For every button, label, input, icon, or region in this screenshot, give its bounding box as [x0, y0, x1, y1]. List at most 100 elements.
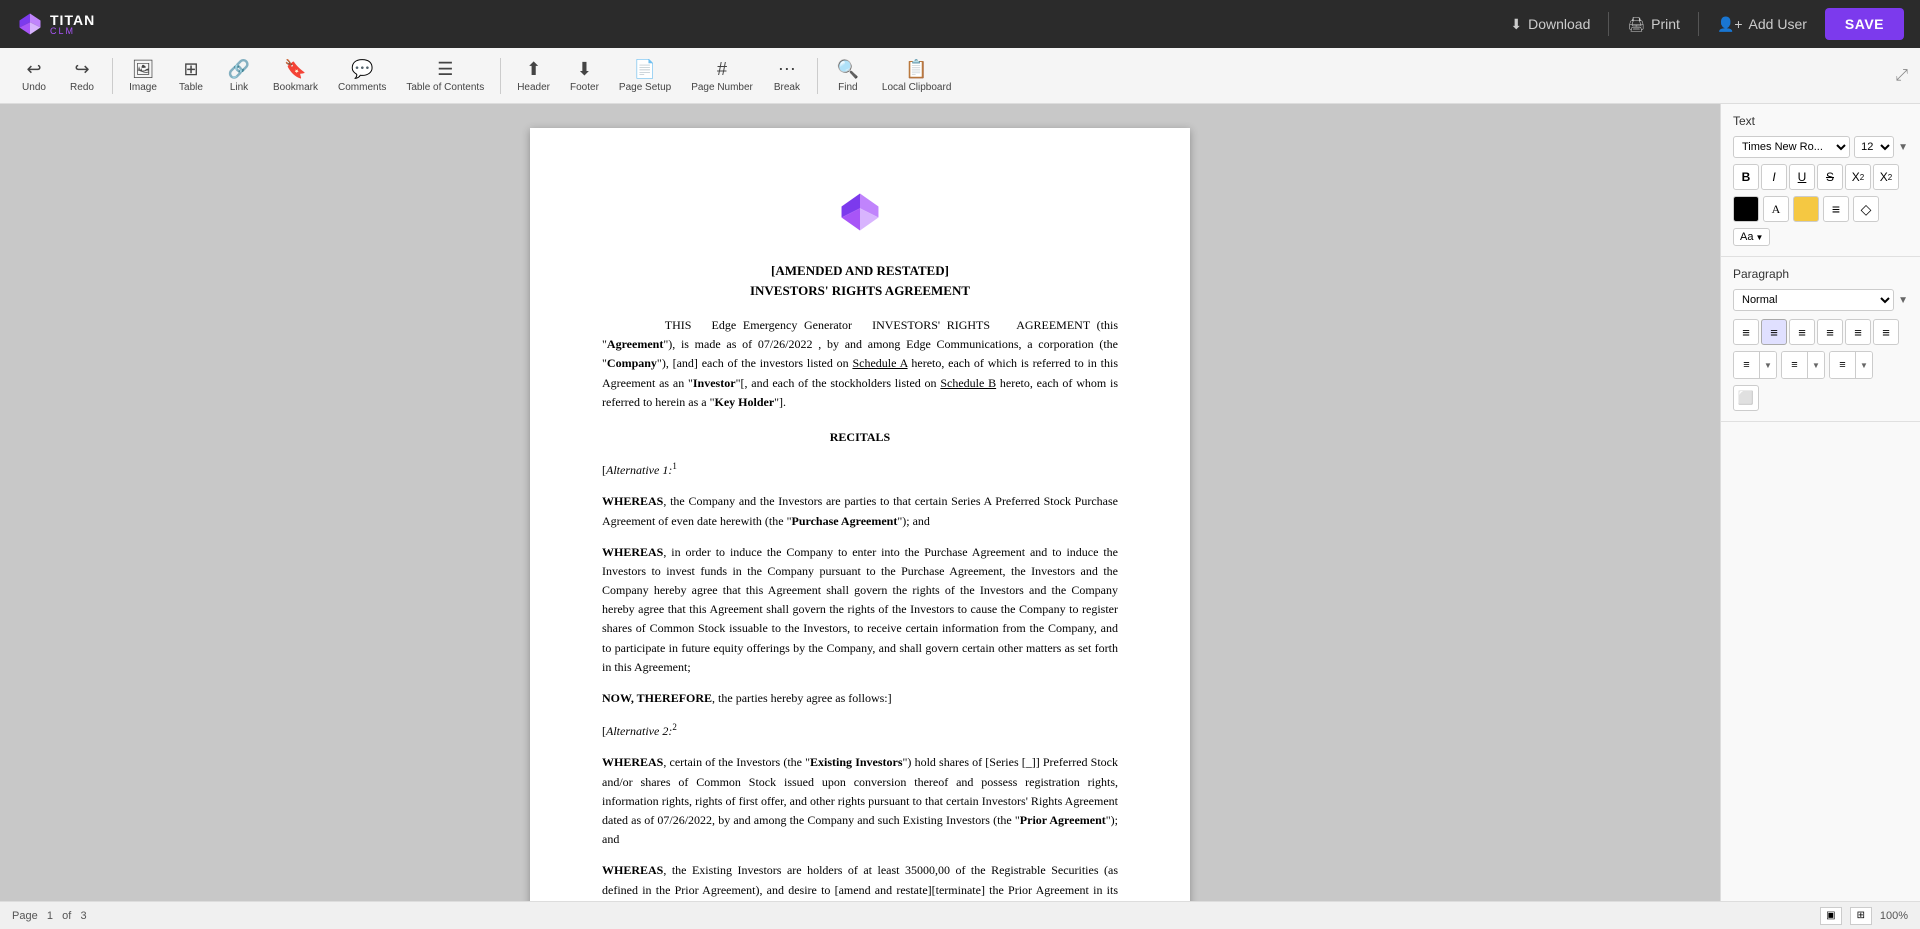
- ordered-list-button[interactable]: ≡: [1734, 352, 1760, 378]
- font-family-select[interactable]: Times New Ro...: [1733, 136, 1850, 158]
- top-bar-actions: ⬇ Download 🖨 Print 👤+ Add User SAVE: [1500, 8, 1904, 40]
- table-button[interactable]: ⊞ Table: [169, 55, 213, 97]
- aa-button[interactable]: Aa ▼: [1733, 228, 1770, 246]
- bookmark-button[interactable]: 🔖 Bookmark: [265, 55, 326, 97]
- unordered-list-button[interactable]: ≡: [1782, 352, 1808, 378]
- link-button[interactable]: 🔗 Link: [217, 55, 261, 97]
- subscript-button[interactable]: X2: [1873, 164, 1899, 190]
- comments-label: Comments: [338, 82, 386, 93]
- current-page: 1: [47, 910, 53, 922]
- color-row: A ≡ ◇: [1733, 196, 1908, 222]
- main-area: [AMENDED AND RESTATED] INVESTORS' RIGHTS…: [0, 104, 1920, 901]
- undo-button[interactable]: ↩ Undo: [12, 55, 56, 97]
- format-row-1: B I U S X2 X2: [1733, 164, 1908, 190]
- page-setup-icon: 📄: [634, 59, 656, 80]
- page-label: Page: [12, 910, 38, 922]
- page-number-button[interactable]: # Page Number: [683, 55, 761, 97]
- image-button[interactable]: 🖼 Image: [121, 55, 165, 97]
- print-icon: 🖨: [1627, 16, 1645, 33]
- download-button[interactable]: ⬇ Download: [1500, 10, 1600, 39]
- find-button[interactable]: 🔍 Find: [826, 55, 870, 97]
- font-size-select[interactable]: 12: [1854, 136, 1894, 158]
- header-label: Header: [517, 82, 550, 93]
- aa-chevron-icon: ▼: [1755, 233, 1763, 242]
- toc-label: Table of Contents: [406, 82, 484, 93]
- align-justify-button[interactable]: ≡: [1817, 319, 1843, 345]
- local-clipboard-label: Local Clipboard: [882, 82, 952, 93]
- toolbar-sep3: [817, 58, 818, 94]
- indent-list-group: ≡ ▼: [1829, 351, 1873, 379]
- redo-icon: ↪: [74, 59, 89, 80]
- redo-button[interactable]: ↪ Redo: [60, 55, 104, 97]
- recitals-title: RECITALS: [602, 428, 1118, 447]
- paragraph-style-select[interactable]: Normal: [1733, 289, 1894, 311]
- status-bar: Page 1 of 3 ▣ ⊞ 100%: [0, 901, 1920, 929]
- document-area[interactable]: [AMENDED AND RESTATED] INVESTORS' RIGHTS…: [0, 104, 1720, 901]
- text-color-swatch[interactable]: [1733, 196, 1759, 222]
- view-single-button[interactable]: ▣: [1820, 907, 1842, 925]
- logo-titan: TITAN: [50, 13, 95, 27]
- comments-button[interactable]: 💬 Comments: [330, 55, 394, 97]
- divider2: [1698, 12, 1699, 36]
- page-number-label: Page Number: [691, 82, 753, 93]
- align-right-button[interactable]: ≡: [1789, 319, 1815, 345]
- toolbar-sep2: [500, 58, 501, 94]
- indent-list-dropdown[interactable]: ▼: [1856, 352, 1872, 378]
- alternative-1: [Alternative 1:1: [602, 459, 1118, 480]
- header-button[interactable]: ⬆ Header: [509, 55, 558, 97]
- align-center-button[interactable]: ≡: [1761, 319, 1787, 345]
- bold-button[interactable]: B: [1733, 164, 1759, 190]
- underline-button[interactable]: U: [1789, 164, 1815, 190]
- clear-format-button[interactable]: ◇: [1853, 196, 1879, 222]
- break-button[interactable]: ⋯ Break: [765, 55, 809, 97]
- intro-paragraph: THIS Edge Emergency Generator INVESTORS'…: [602, 316, 1118, 412]
- break-label: Break: [774, 82, 800, 93]
- add-user-button[interactable]: 👤+ Add User: [1707, 10, 1817, 39]
- align-left-button[interactable]: ≡: [1733, 319, 1759, 345]
- page-setup-button[interactable]: 📄 Page Setup: [611, 55, 679, 97]
- superscript-button[interactable]: X2: [1845, 164, 1871, 190]
- para-style-row: Normal ▼: [1733, 289, 1908, 311]
- title-line1: [AMENDED AND RESTATED]: [602, 261, 1118, 281]
- table-icon: ⊞: [183, 59, 198, 80]
- footer-label: Footer: [570, 82, 599, 93]
- whereas-1: WHEREAS, the Company and the Investors a…: [602, 492, 1118, 530]
- footer-button[interactable]: ⬇ Footer: [562, 55, 607, 97]
- divider: [1608, 12, 1609, 36]
- toc-button[interactable]: ☰ Table of Contents: [398, 55, 492, 97]
- ordered-list-dropdown[interactable]: ▼: [1760, 352, 1776, 378]
- highlight-format-button[interactable]: ≡: [1823, 196, 1849, 222]
- view-multi-button[interactable]: ⊞: [1850, 907, 1872, 925]
- save-button[interactable]: SAVE: [1825, 8, 1904, 40]
- logo-text: TITAN CLM: [50, 13, 95, 36]
- indent-list-button[interactable]: ≡: [1830, 352, 1856, 378]
- footer-icon: ⬇: [577, 59, 592, 80]
- maximize-icon[interactable]: ⤢: [1895, 67, 1908, 85]
- find-label: Find: [838, 82, 857, 93]
- whereas-4: WHEREAS, the Existing Investors are hold…: [602, 861, 1118, 901]
- document-title: [AMENDED AND RESTATED] INVESTORS' RIGHTS…: [602, 261, 1118, 300]
- list-row: ≡ ▼ ≡ ▼ ≡ ▼: [1733, 351, 1908, 379]
- align-right2-button[interactable]: ≡: [1873, 319, 1899, 345]
- text-color-button[interactable]: A: [1763, 196, 1789, 222]
- unordered-list-dropdown[interactable]: ▼: [1808, 352, 1824, 378]
- strikethrough-button[interactable]: S: [1817, 164, 1843, 190]
- add-user-label: Add User: [1749, 16, 1807, 32]
- redo-label: Redo: [70, 82, 94, 93]
- toolbar-sep1: [112, 58, 113, 94]
- copy-format-row: ⬜: [1733, 385, 1908, 411]
- highlight-color-swatch[interactable]: [1793, 196, 1819, 222]
- print-button[interactable]: 🖨 Print: [1617, 10, 1690, 39]
- aa-row: Aa ▼: [1733, 228, 1908, 246]
- paragraph-section: Paragraph Normal ▼ ≡ ≡ ≡ ≡ ≡ ≡ ≡ ▼: [1721, 257, 1920, 422]
- status-right: ▣ ⊞ 100%: [1820, 907, 1908, 925]
- document-logo-svg: [836, 188, 884, 236]
- align-row: ≡ ≡ ≡ ≡ ≡ ≡: [1733, 319, 1908, 345]
- document-body[interactable]: THIS Edge Emergency Generator INVESTORS'…: [602, 316, 1118, 901]
- italic-button[interactable]: I: [1761, 164, 1787, 190]
- alternative-2: [Alternative 2:2: [602, 720, 1118, 741]
- local-clipboard-button[interactable]: 📋 Local Clipboard: [874, 55, 960, 97]
- copy-format-button[interactable]: ⬜: [1733, 385, 1759, 411]
- align-left2-button[interactable]: ≡: [1845, 319, 1871, 345]
- break-icon: ⋯: [778, 59, 796, 80]
